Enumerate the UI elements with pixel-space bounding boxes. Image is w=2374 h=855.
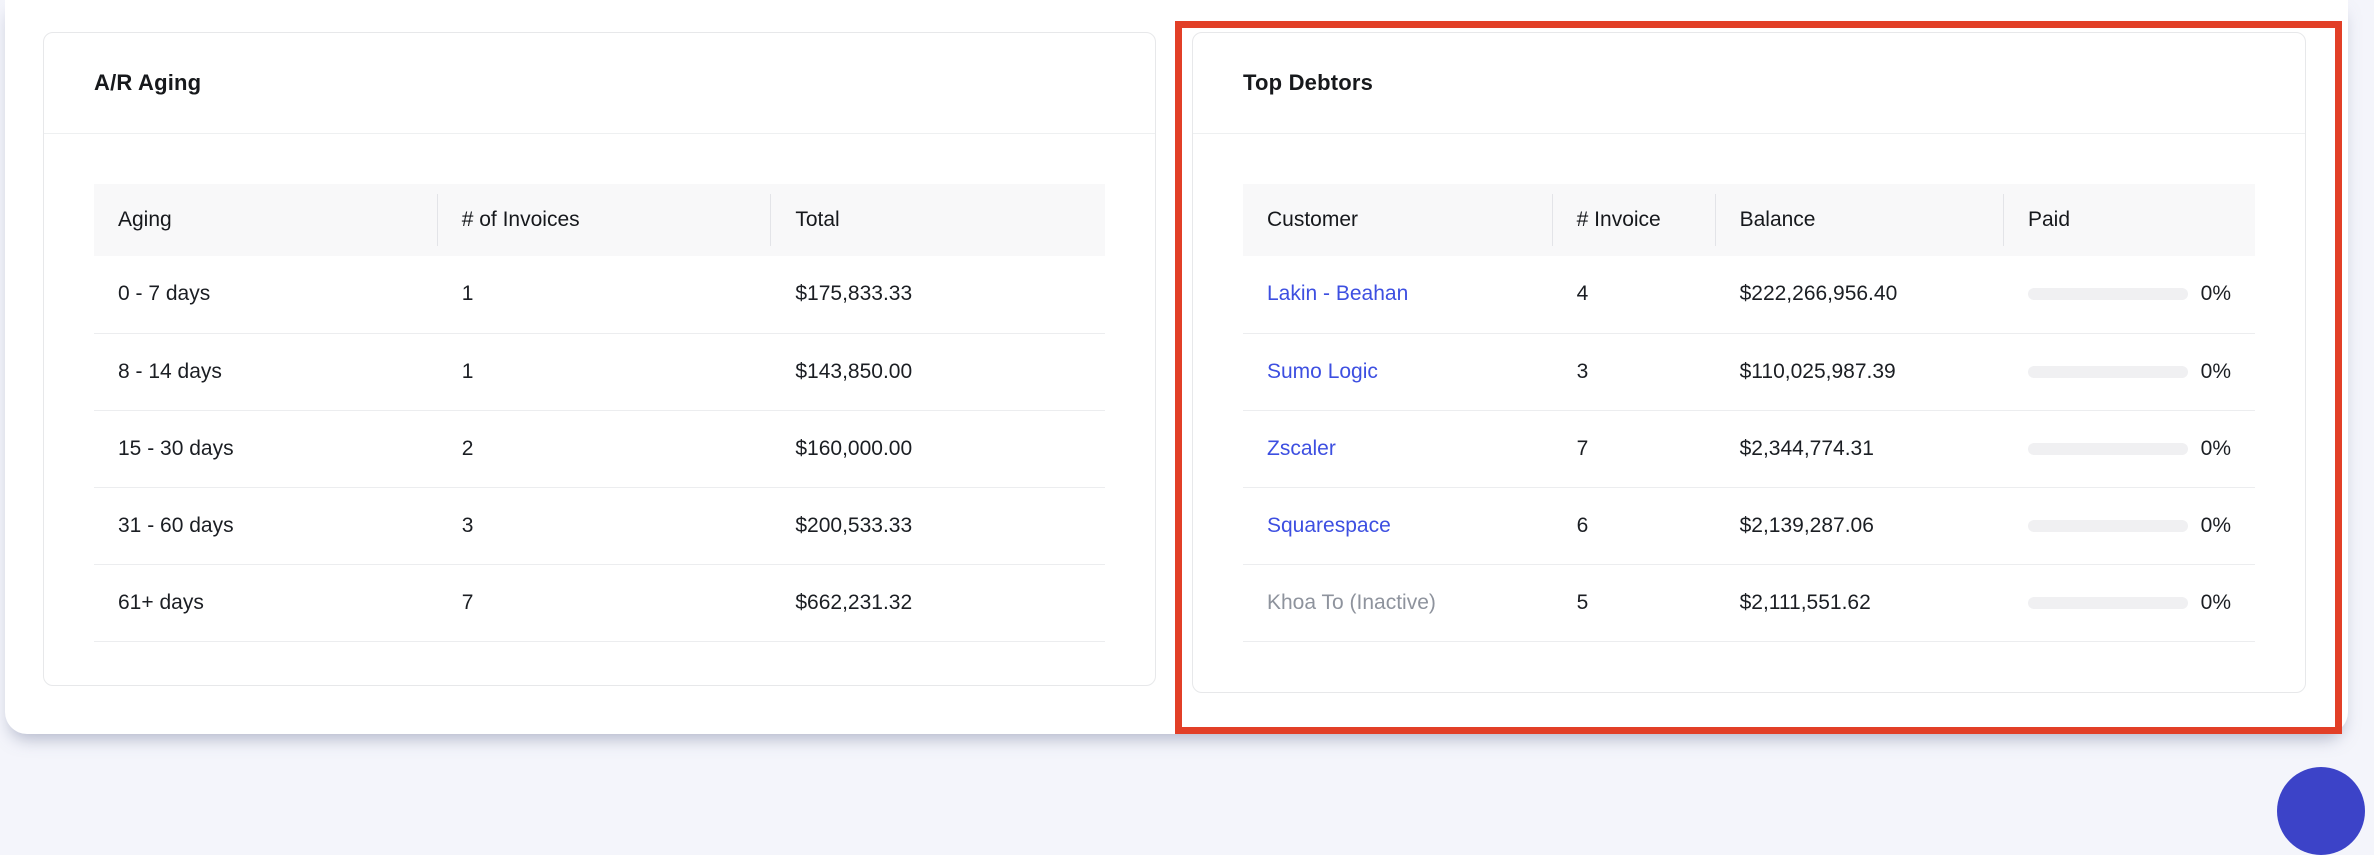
invoice-count: 1 xyxy=(438,333,772,410)
table-row: 31 - 60 days 3 $200,533.33 xyxy=(94,487,1105,564)
customer-link[interactable]: Lakin - Beahan xyxy=(1267,282,1408,305)
aging-bucket: 0 - 7 days xyxy=(94,256,438,333)
customer-link[interactable]: Sumo Logic xyxy=(1267,360,1378,383)
table-row: 61+ days 7 $662,231.32 xyxy=(94,564,1105,641)
table-row: Khoa To (Inactive) 5 $2,111,551.62 0% xyxy=(1243,564,2255,641)
paid-progress-bar xyxy=(2028,366,2188,378)
paid-cell: 0% xyxy=(2028,282,2231,306)
balance-amount: $222,266,956.40 xyxy=(1716,256,2004,333)
balance-amount: $2,344,774.31 xyxy=(1716,410,2004,487)
ar-aging-card-body: Aging # of Invoices Total 0 - 7 days 1 $… xyxy=(44,134,1155,642)
customer-link[interactable]: Squarespace xyxy=(1267,514,1391,537)
ar-aging-card: A/R Aging Aging # of Invoices Total 0 - … xyxy=(43,32,1156,686)
aging-bucket: 61+ days xyxy=(94,564,438,641)
top-debtors-card-header: Top Debtors xyxy=(1193,33,2305,134)
aging-bucket: 31 - 60 days xyxy=(94,487,438,564)
ar-aging-card-header: A/R Aging xyxy=(44,33,1155,134)
total-amount: $662,231.32 xyxy=(771,564,1105,641)
invoice-count: 7 xyxy=(438,564,772,641)
invoice-count: 3 xyxy=(1553,333,1716,410)
invoice-count: 3 xyxy=(438,487,772,564)
top-debtors-title: Top Debtors xyxy=(1243,70,1373,96)
column-header-total: Total xyxy=(771,184,1105,256)
paid-cell: 0% xyxy=(2028,514,2231,538)
invoice-count: 5 xyxy=(1553,564,1716,641)
invoice-count: 7 xyxy=(1553,410,1716,487)
balance-amount: $2,111,551.62 xyxy=(1716,564,2004,641)
invoice-count: 6 xyxy=(1553,487,1716,564)
paid-percent-label: 0% xyxy=(2201,591,2231,615)
table-row: Sumo Logic 3 $110,025,987.39 0% xyxy=(1243,333,2255,410)
invoice-count: 1 xyxy=(438,256,772,333)
total-amount: $143,850.00 xyxy=(771,333,1105,410)
table-row: Zscaler 7 $2,344,774.31 0% xyxy=(1243,410,2255,487)
paid-cell: 0% xyxy=(2028,360,2231,384)
aging-bucket: 15 - 30 days xyxy=(94,410,438,487)
table-row: 0 - 7 days 1 $175,833.33 xyxy=(94,256,1105,333)
ar-aging-title: A/R Aging xyxy=(94,70,201,96)
invoice-count: 4 xyxy=(1553,256,1716,333)
column-header-aging: Aging xyxy=(94,184,438,256)
total-amount: $200,533.33 xyxy=(771,487,1105,564)
column-header-balance: Balance xyxy=(1716,184,2004,256)
ar-aging-header-row: Aging # of Invoices Total xyxy=(94,184,1105,256)
column-header-paid: Paid xyxy=(2004,184,2255,256)
paid-percent-label: 0% xyxy=(2201,360,2231,384)
total-amount: $175,833.33 xyxy=(771,256,1105,333)
customer-name-inactive: Khoa To (Inactive) xyxy=(1267,591,1436,614)
top-debtors-header-row: Customer # Invoice Balance Paid xyxy=(1243,184,2255,256)
ar-aging-table: Aging # of Invoices Total 0 - 7 days 1 $… xyxy=(94,184,1105,642)
table-row: Squarespace 6 $2,139,287.06 0% xyxy=(1243,487,2255,564)
paid-percent-label: 0% xyxy=(2201,514,2231,538)
paid-progress-bar xyxy=(2028,597,2188,609)
total-amount: $160,000.00 xyxy=(771,410,1105,487)
invoice-count: 2 xyxy=(438,410,772,487)
paid-cell: 0% xyxy=(2028,591,2231,615)
table-row: Lakin - Beahan 4 $222,266,956.40 0% xyxy=(1243,256,2255,333)
top-debtors-card: Top Debtors Customer # Invoice Balance P… xyxy=(1192,32,2306,693)
column-header-invoice: # Invoice xyxy=(1553,184,1716,256)
paid-progress-bar xyxy=(2028,520,2188,532)
paid-progress-bar xyxy=(2028,288,2188,300)
customer-link[interactable]: Zscaler xyxy=(1267,437,1336,460)
paid-cell: 0% xyxy=(2028,437,2231,461)
paid-percent-label: 0% xyxy=(2201,437,2231,461)
top-debtors-card-body: Customer # Invoice Balance Paid Lakin - … xyxy=(1193,134,2305,642)
aging-bucket: 8 - 14 days xyxy=(94,333,438,410)
column-header-invoices: # of Invoices xyxy=(438,184,772,256)
paid-progress-bar xyxy=(2028,443,2188,455)
table-row: 8 - 14 days 1 $143,850.00 xyxy=(94,333,1105,410)
balance-amount: $110,025,987.39 xyxy=(1716,333,2004,410)
paid-percent-label: 0% xyxy=(2201,282,2231,306)
top-debtors-table: Customer # Invoice Balance Paid Lakin - … xyxy=(1243,184,2255,642)
column-header-customer: Customer xyxy=(1243,184,1553,256)
balance-amount: $2,139,287.06 xyxy=(1716,487,2004,564)
table-row: 15 - 30 days 2 $160,000.00 xyxy=(94,410,1105,487)
floating-action-button[interactable] xyxy=(2277,767,2365,855)
